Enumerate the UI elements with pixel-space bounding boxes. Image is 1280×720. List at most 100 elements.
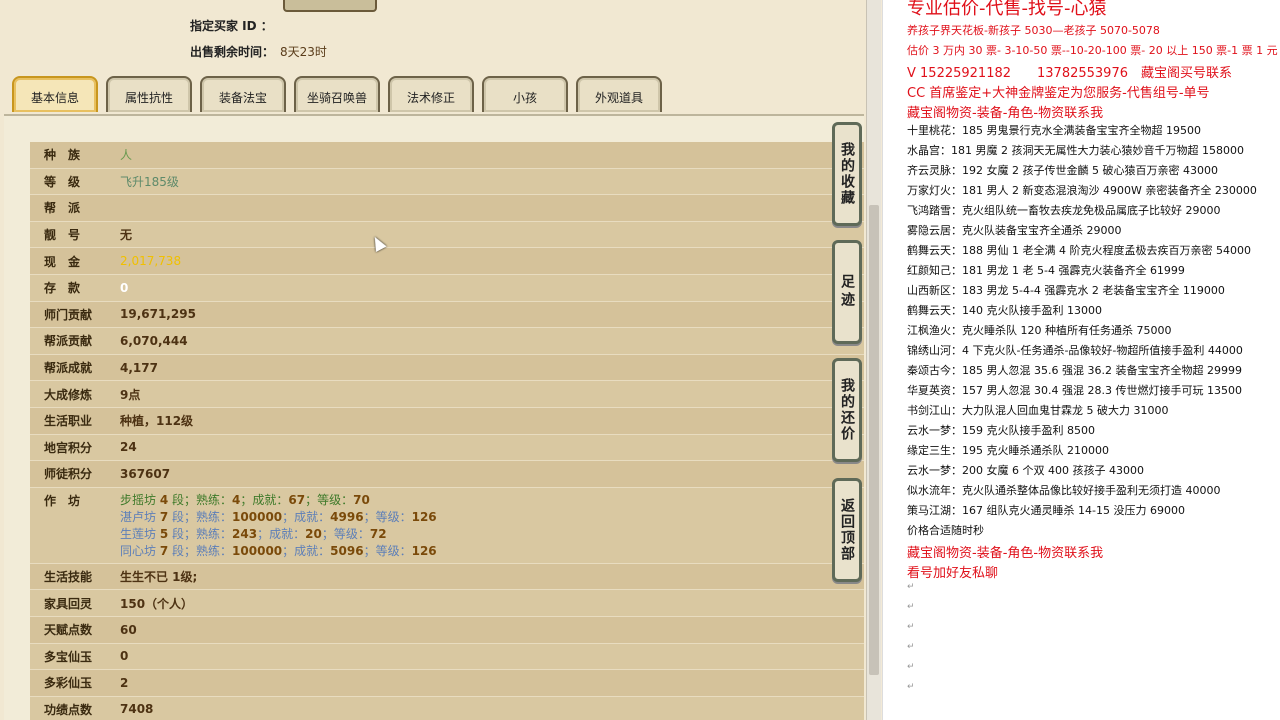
note-line: 十里桃花：185 男鬼景行克水全满装备宝宝齐全物超 19500: [907, 124, 1201, 137]
table-row: 帮派贡献 6,070,444: [30, 328, 864, 355]
table-row: 种 族人: [30, 142, 864, 169]
footprints-button[interactable]: 足迹: [832, 240, 862, 344]
paragraph-mark-icon: ↵: [907, 682, 915, 692]
note-line: V 15225921182 13782553976 藏宝阁买号联系: [907, 66, 1232, 81]
table-row: 多宝仙玉 0: [30, 643, 864, 671]
my-counteroffer-button[interactable]: 我的还价: [832, 358, 862, 462]
talent-value: 60: [120, 622, 137, 637]
notes-header: 专业估价-代售-找号-心猿: [907, 0, 1107, 19]
row-label: 作 坊: [44, 493, 81, 508]
my-favorites-button[interactable]: 我的收藏: [832, 122, 862, 226]
guild-contrib-value: 6,070,444: [120, 333, 188, 348]
duocai-value: 2: [120, 675, 129, 690]
row-label: 师门贡献: [44, 307, 93, 322]
note-line: 云水一梦：159 克火队接手盈利 8500: [907, 424, 1095, 437]
tab-attributes[interactable]: 属性抗性: [106, 76, 192, 112]
note-line: 看号加好友私聊: [907, 566, 999, 581]
table-row: 帮派成就 4,177: [30, 354, 864, 382]
row-label: 现 金: [44, 254, 81, 269]
table-row: 师徒积分 367607: [30, 461, 864, 488]
note-line: 红颜知己：181 男龙 1 老 5-4 强霹克火装备齐全 61999: [907, 264, 1185, 277]
note-line: 藏宝阁物资-装备-角色-物资联系我: [907, 106, 1104, 121]
row-label: 师徒积分: [44, 467, 93, 482]
row-label: 生活技能: [44, 570, 93, 585]
row-label: 多彩仙玉: [44, 676, 93, 691]
back-to-top-label: 返回顶部: [839, 498, 855, 562]
table-row: 功绩点数 7408: [30, 696, 864, 720]
merit-value: 7408: [120, 702, 154, 717]
top-action-button[interactable]: [283, 0, 377, 12]
trade-detail-panel: 指定买家 ID ： 出售剩余时间： 8天23时 基本信息 属性抗性 装备法宝 坐骑…: [0, 0, 868, 720]
row-label: 靓 号: [44, 228, 81, 243]
back-to-top-button[interactable]: 返回顶部: [832, 478, 862, 582]
table-row: 师门贡献 19,671,295: [30, 301, 864, 329]
paragraph-mark-icon: ↵: [907, 582, 915, 592]
note-line: 估价 3 万内 30 票- 3-10-50 票--10-20-100 票- 20…: [907, 44, 1278, 57]
tab-equipment[interactable]: 装备法宝: [200, 76, 286, 112]
life-job-value: 种植，112级: [120, 414, 194, 429]
row-label: 帮派贡献: [44, 334, 93, 349]
note-line: 万家灯火：181 男人 2 新变态混浪淘沙 4900W 亲密装备齐全 23000…: [907, 184, 1257, 197]
note-line: 秦颂古今：185 男人忽混 35.6 强混 36.2 装备宝宝齐全物超 2999…: [907, 364, 1242, 377]
tab-mounts-pets[interactable]: 坐骑召唤兽: [294, 76, 380, 112]
table-row: 多彩仙玉 2: [30, 670, 864, 697]
note-line: CC 首席鉴定+大神金牌鉴定为您服务-代售组号-单号: [907, 86, 1210, 101]
school-contrib-value: 19,671,295: [120, 307, 196, 322]
note-line: 价格合适随时秒: [907, 524, 984, 537]
row-label: 天赋点数: [44, 623, 93, 638]
note-line: 养孩子界天花板-新孩子 5030—老孩子 5070-5078: [907, 24, 1160, 37]
paragraph-mark-icon: ↵: [907, 622, 915, 632]
table-row: 大成修炼 9点: [30, 381, 864, 408]
row-label: 帮 派: [44, 201, 81, 216]
note-line: 藏宝阁物资-装备-角色-物资联系我: [907, 546, 1104, 561]
scrollbar-thumb[interactable]: [869, 205, 879, 675]
tab-appearance[interactable]: 外观道具: [576, 76, 662, 112]
race-value: 人: [120, 148, 133, 163]
row-label: 种 族: [44, 148, 81, 163]
deposit-value: 0: [120, 280, 129, 295]
tab-bar: 基本信息 属性抗性 装备法宝 坐骑召唤兽 法术修正 小孩 外观道具: [8, 76, 868, 114]
table-row: 生活技能 生生不已 1级;: [30, 563, 864, 591]
palace-points-value: 24: [120, 440, 137, 455]
table-row: 帮 派: [30, 195, 864, 222]
workshop-list: 步摇坊 4 段；熟练：4；成就：67；等级：70 湛卢坊 7 段；熟练：1000…: [110, 492, 437, 560]
row-label: 地宫积分: [44, 440, 93, 455]
dacheng-value: 9点: [120, 387, 141, 402]
row-label: 帮派成就: [44, 361, 93, 376]
paragraph-mark-icon: ↵: [907, 662, 915, 672]
footprints-label: 足迹: [839, 274, 855, 310]
table-row: 靓 号无: [30, 221, 864, 249]
note-line: 江枫渔火：克火睡杀队 120 种植所有任务通杀 75000: [907, 324, 1172, 337]
note-line: 似水流年：克火队通杀整体品像比较好接手盈利无须打造 40000: [907, 484, 1221, 497]
note-line: 鹤舞云天：140 克火队接手盈利 13000: [907, 304, 1102, 317]
time-remaining-label: 出售剩余时间：: [190, 45, 275, 59]
cash-value: 2,017,738: [120, 254, 182, 269]
row-label: 家具回灵: [44, 596, 93, 611]
tab-spell-modifiers[interactable]: 法术修正: [388, 76, 474, 112]
tab-basic-info[interactable]: 基本信息: [12, 76, 98, 112]
note-line: 云水一梦：200 女魔 6 个双 400 孩孩子 43000: [907, 464, 1144, 477]
tab-children[interactable]: 小孩: [482, 76, 568, 112]
table-row: 天赋点数 60: [30, 616, 864, 644]
time-remaining-value: 8天23时: [280, 45, 327, 59]
title-value: 无: [120, 228, 133, 243]
note-line: 书剑江山：大力队混人回血鬼甘霖龙 5 破大力 31000: [907, 404, 1169, 417]
vertical-scrollbar[interactable]: [866, 0, 881, 720]
note-line: 锦绣山河：4 下克火队-任务通杀-品像较好-物超所值接手盈利 44000: [907, 344, 1243, 357]
row-label: 存 款: [44, 281, 81, 296]
note-line: 华夏英资：157 男人忽混 30.4 强混 28.3 传世燃灯接手可玩 1350…: [907, 384, 1242, 397]
note-line: 水晶宫：181 男魔 2 孩洞天无属性大力装心猿妙音千万物超 158000: [907, 144, 1244, 157]
time-remaining-row: 出售剩余时间： 8天23时: [190, 43, 327, 60]
row-label: 生活职业: [44, 414, 93, 429]
buyer-id-label: 指定买家 ID ：: [190, 19, 273, 33]
my-counteroffer-label: 我的还价: [839, 378, 855, 442]
paragraph-mark-icon: ↵: [907, 642, 915, 652]
level-value: 飞升185级: [120, 174, 179, 189]
table-row: 现 金 2,017,738: [30, 248, 864, 275]
workshop-line: 生莲坊 5 段；熟练：243；成就：20；等级：72: [120, 526, 387, 541]
table-row: 等 级 飞升185级: [30, 168, 864, 196]
note-line: 飞鸿踏雪：克火组队统一畜牧去疾龙免极品属底子比较好 29000: [907, 204, 1221, 217]
note-line: 雾隐云居：克火队装备宝宝齐全通杀 29000: [907, 224, 1122, 237]
note-line: 鹤舞云天：188 男仙 1 老全满 4 阶克火程度孟极去疾百万亲密 54000: [907, 244, 1251, 257]
note-line: 山西新区：183 男龙 5-4-4 强霹克水 2 老装备宝宝齐全 119000: [907, 284, 1225, 297]
